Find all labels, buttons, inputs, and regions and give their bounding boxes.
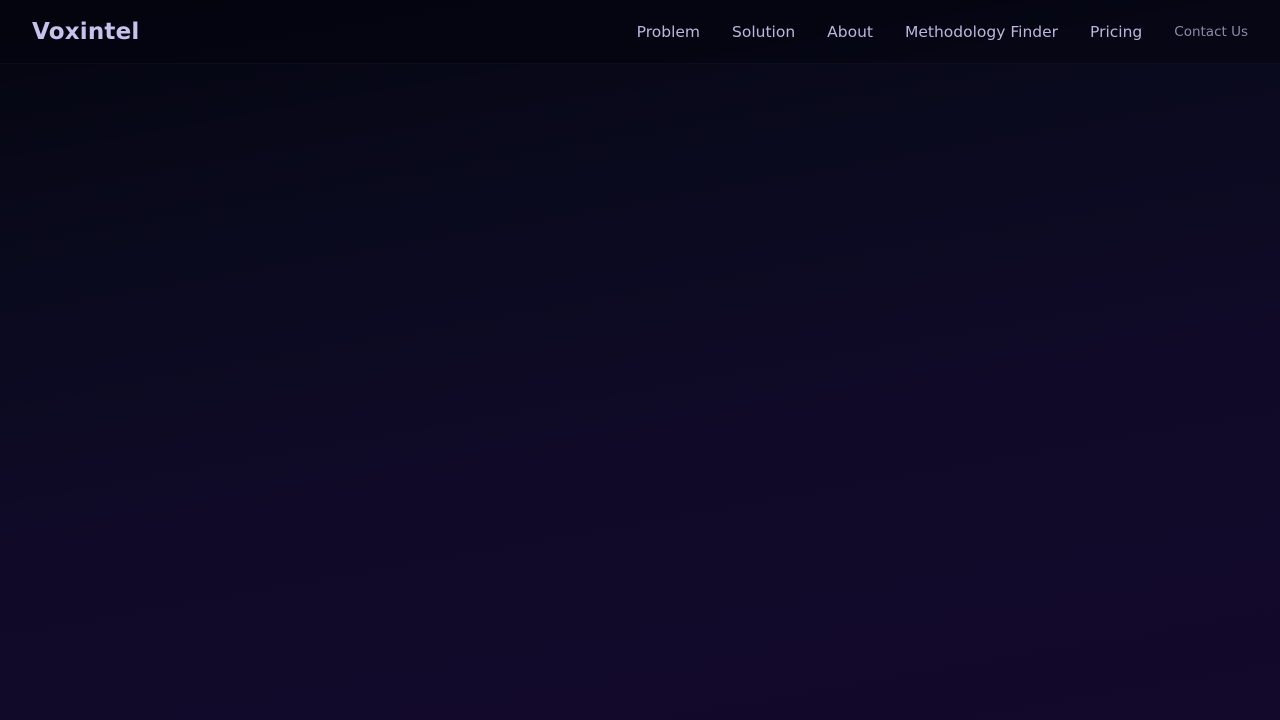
nav-link-solution[interactable]: Solution bbox=[732, 23, 795, 41]
hero-section bbox=[0, 64, 1280, 720]
main-nav: Problem Solution About Methodology Finde… bbox=[605, 23, 1248, 41]
contact-us-link[interactable]: Contact Us bbox=[1174, 24, 1248, 40]
nav-link-about[interactable]: About bbox=[827, 23, 873, 41]
nav-link-problem[interactable]: Problem bbox=[637, 23, 700, 41]
brand-logo[interactable]: Voxintel bbox=[32, 19, 140, 45]
site-header: Voxintel Problem Solution About Methodol… bbox=[0, 0, 1280, 64]
nav-link-methodology-finder[interactable]: Methodology Finder bbox=[905, 23, 1058, 41]
nav-link-pricing[interactable]: Pricing bbox=[1090, 23, 1142, 41]
